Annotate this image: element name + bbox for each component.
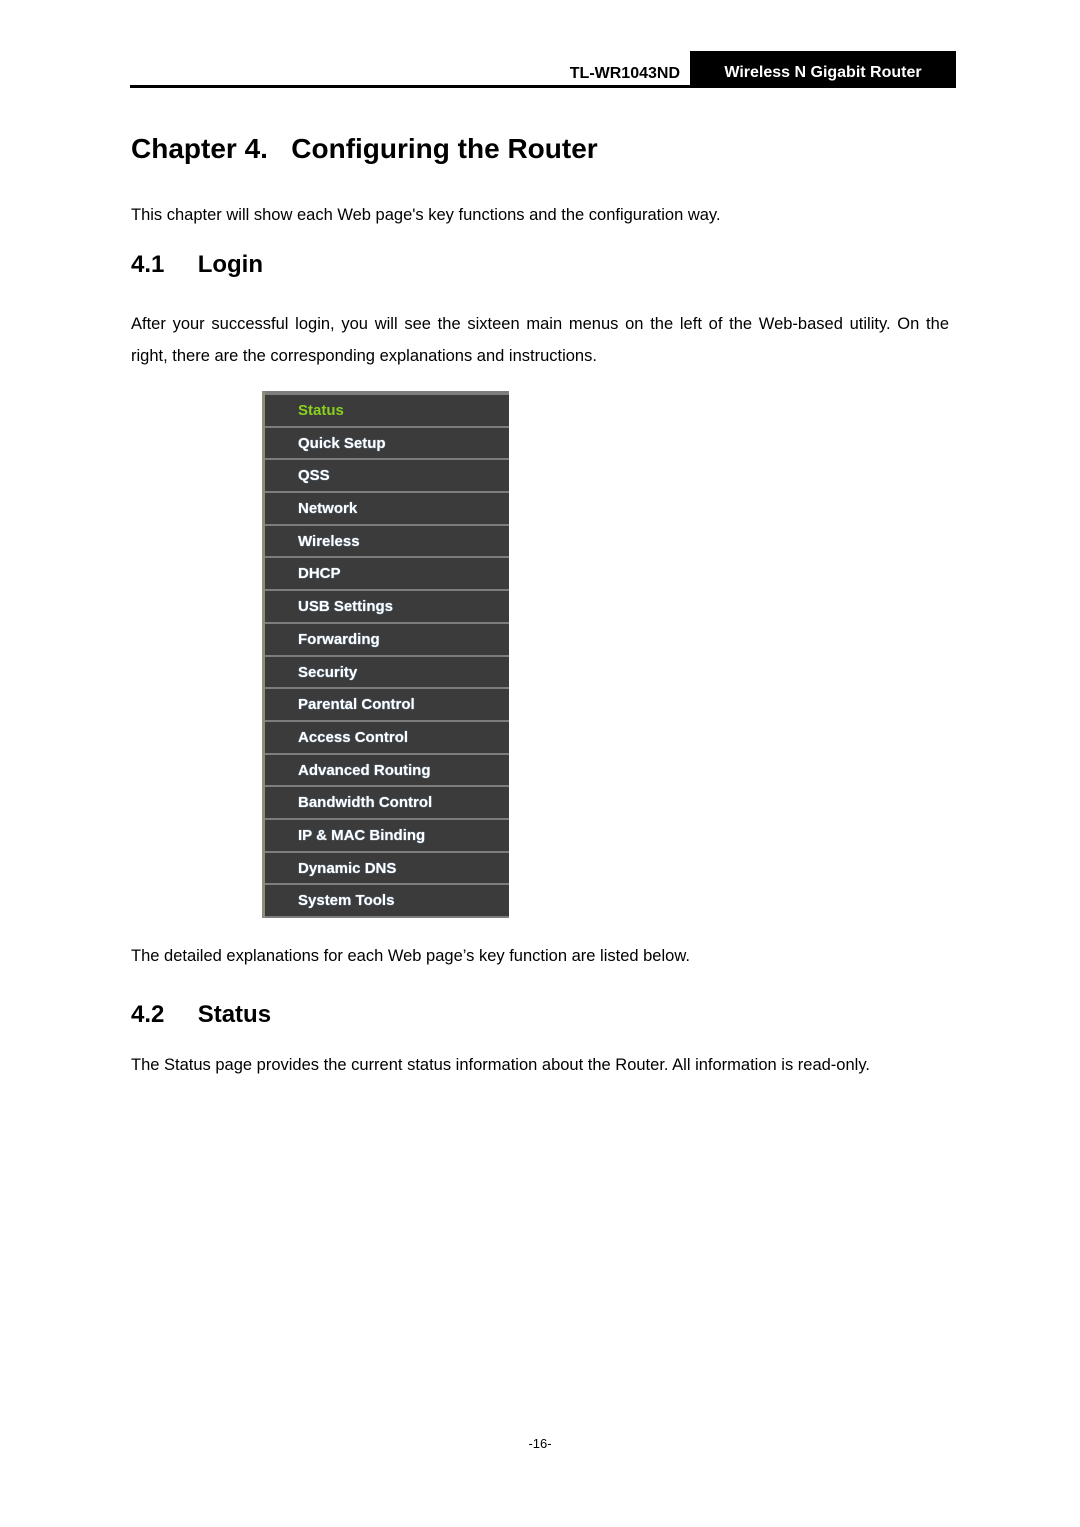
menu-item-usb-settings[interactable]: USB Settings xyxy=(265,591,509,622)
section-title-status: 4.2 Status xyxy=(131,1001,272,1028)
menu-item-access-control[interactable]: Access Control xyxy=(265,721,509,753)
menu-item-security[interactable]: Security xyxy=(265,656,509,688)
menu-item-forwarding[interactable]: Forwarding xyxy=(265,623,509,655)
menu-item-status[interactable]: Status xyxy=(265,395,509,426)
menu-item-bandwidth-control[interactable]: Bandwidth Control xyxy=(265,787,509,818)
menu-item-qss[interactable]: QSS xyxy=(265,460,509,492)
header-model: TL-WR1043ND xyxy=(569,65,680,82)
chapter-title: Chapter 4. Configuring the Router xyxy=(131,133,598,164)
menu-item-network[interactable]: Network xyxy=(265,493,509,524)
menu-item-quick-setup[interactable]: Quick Setup xyxy=(265,427,509,459)
section-title-login: 4.1 Login xyxy=(131,251,264,278)
page-header: TL-WR1043ND Wireless N Gigabit Router xyxy=(130,51,956,88)
router-menu-figure: Status Quick Setup QSS Network Wireless … xyxy=(262,391,509,918)
menu-item-parental-control[interactable]: Parental Control xyxy=(265,689,509,720)
menu-item-wireless[interactable]: Wireless xyxy=(265,525,509,557)
menu-item-advanced-routing[interactable]: Advanced Routing xyxy=(265,754,509,786)
chapter-intro: This chapter will show each Web page's k… xyxy=(131,206,721,224)
menu-item-ip-mac-binding[interactable]: IP & MAC Binding xyxy=(265,819,509,851)
page-number: -16- xyxy=(528,1436,552,1451)
menu-item-system-tools[interactable]: System Tools xyxy=(265,885,509,916)
login-paragraph: After your successful login, you will se… xyxy=(131,315,949,365)
header-rule xyxy=(130,85,956,88)
figure-followup-text: The detailed explanations for each Web p… xyxy=(131,947,690,965)
menu-item-dhcp[interactable]: DHCP xyxy=(265,558,509,590)
status-paragraph: The Status page provides the current sta… xyxy=(131,1056,870,1074)
menu-item-dynamic-dns[interactable]: Dynamic DNS xyxy=(265,852,509,884)
header-product-badge: Wireless N Gigabit Router xyxy=(690,51,956,86)
